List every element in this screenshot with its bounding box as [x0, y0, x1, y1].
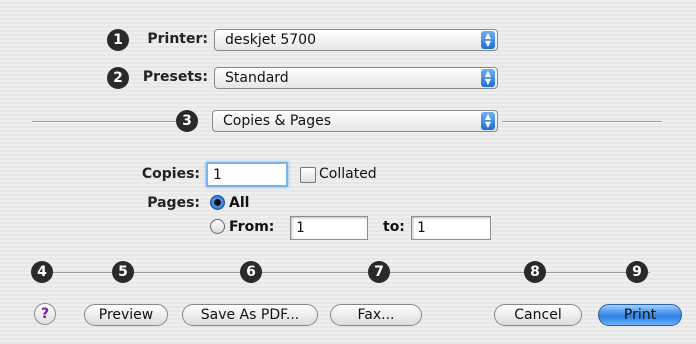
callout-9: 9 — [626, 261, 648, 283]
separator-left — [32, 121, 176, 123]
copies-field[interactable]: 1 — [206, 162, 288, 187]
fax-button[interactable]: Fax... — [330, 304, 422, 326]
copies-label: Copies: — [141, 166, 200, 182]
popup-arrows-icon: ▲ ▼ — [481, 112, 495, 130]
callout-3: 3 — [176, 110, 198, 132]
from-radio[interactable] — [210, 219, 225, 234]
to-label: to: — [383, 219, 405, 235]
callout-2: 2 — [107, 67, 129, 89]
callout-1: 1 — [107, 29, 129, 51]
from-label: From: — [229, 219, 275, 235]
collated-checkbox[interactable] — [300, 167, 316, 183]
collated-label: Collated — [319, 166, 377, 182]
popup-arrows-icon: ▲ ▼ — [481, 31, 495, 49]
panel-value: Copies & Pages — [223, 113, 332, 129]
presets-popup[interactable]: Standard ▲ ▼ — [214, 67, 498, 89]
preview-button[interactable]: Preview — [84, 304, 168, 326]
cancel-button[interactable]: Cancel — [494, 304, 582, 326]
printer-label: Printer: — [147, 31, 208, 47]
callout-5: 5 — [112, 261, 134, 283]
callout-4: 4 — [31, 261, 53, 283]
save-as-pdf-button[interactable]: Save As PDF... — [182, 304, 318, 326]
printer-value: deskjet 5700 — [225, 32, 316, 48]
presets-value: Standard — [225, 70, 289, 86]
all-label: All — [229, 195, 250, 211]
panel-popup[interactable]: Copies & Pages ▲ ▼ — [212, 110, 498, 132]
print-button[interactable]: Print — [598, 304, 682, 326]
callout-7: 7 — [368, 261, 390, 283]
separator-right — [502, 121, 662, 123]
all-radio[interactable] — [210, 195, 225, 210]
popup-arrows-icon: ▲ ▼ — [481, 69, 495, 87]
callout-8: 8 — [524, 261, 546, 283]
printer-popup[interactable]: deskjet 5700 ▲ ▼ — [214, 29, 498, 51]
print-dialog: 1 Printer: deskjet 5700 ▲ ▼ 2 Presets: St… — [0, 0, 696, 344]
pages-label: Pages: — [147, 195, 200, 211]
help-button[interactable]: ? — [34, 303, 56, 325]
callout-6: 6 — [240, 261, 262, 283]
to-field[interactable]: 1 — [411, 216, 491, 240]
presets-label: Presets: — [142, 69, 208, 85]
from-field[interactable]: 1 — [290, 216, 368, 240]
